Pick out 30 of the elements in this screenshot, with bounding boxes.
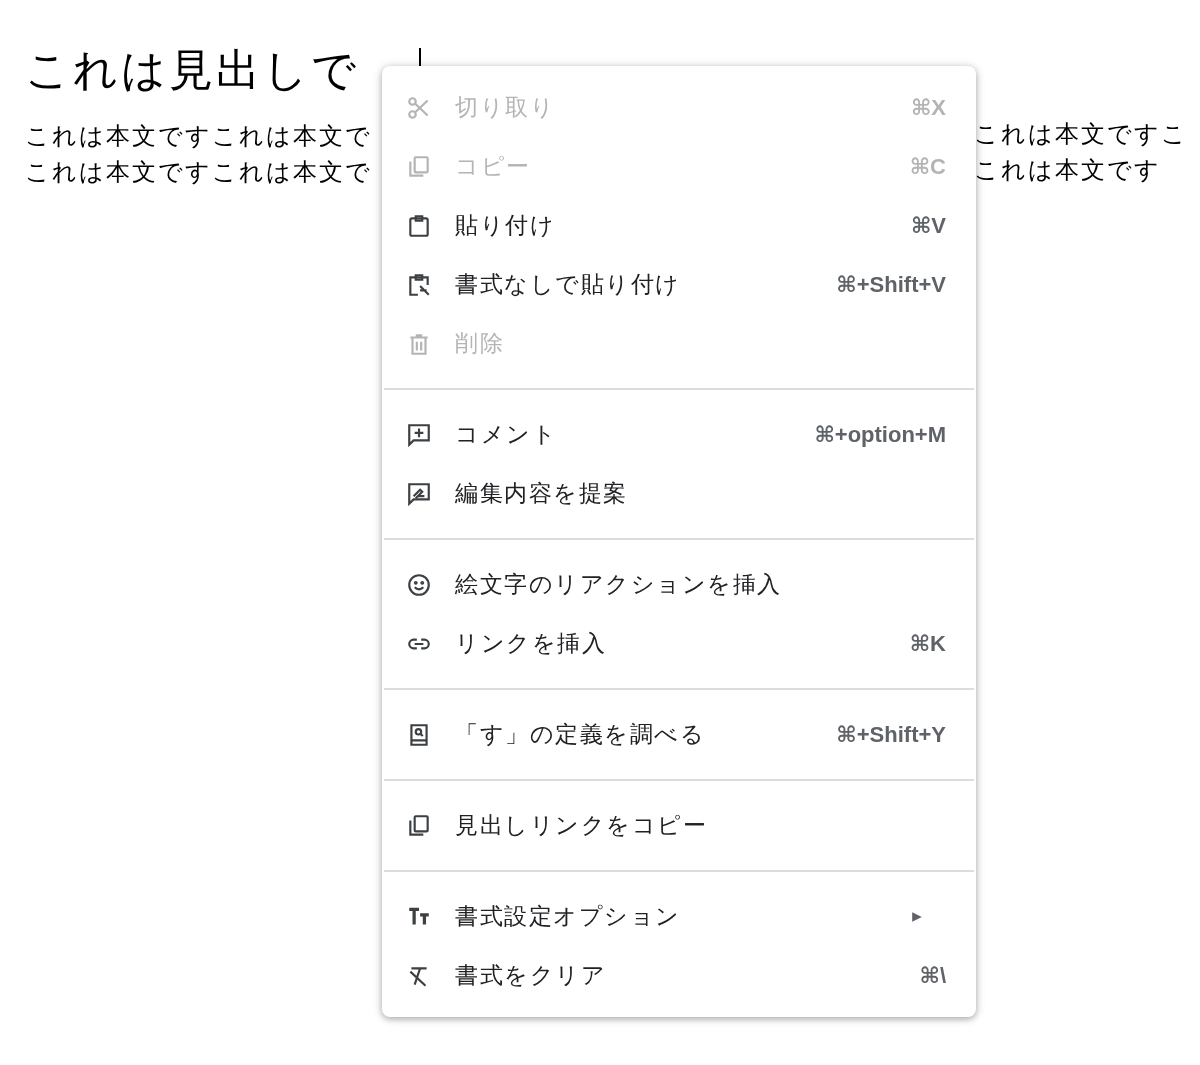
shortcut-text: ⌘+Shift+V: [836, 271, 946, 298]
menu-item[interactable]: 「す」の定義を調べる ⌘+Shift+Y: [382, 705, 976, 764]
shortcut-text: ⌘+Shift+Y: [836, 721, 946, 748]
menu-item[interactable]: 編集内容を提案: [382, 464, 976, 523]
menu-item[interactable]: リンクを挿入 ⌘K: [382, 614, 976, 673]
clipboard-icon: [406, 212, 432, 239]
shortcut-text: ⌘+option+M: [814, 421, 946, 448]
smiley-icon: [406, 571, 432, 598]
comment-pencil-icon: [406, 480, 432, 507]
shortcut-text: ⌘\: [919, 962, 946, 989]
body-text: これは本文ですこれは本文で: [25, 121, 372, 151]
shortcut-text: ⌘X: [910, 94, 946, 121]
shortcut-text: ⌘C: [909, 153, 946, 180]
menu-item[interactable]: 書式をクリア ⌘\: [382, 946, 976, 1005]
shortcut-text: ⌘V: [910, 212, 946, 239]
comment-plus-icon: [406, 421, 432, 448]
body-text: これは本文ですこれは本文で: [25, 157, 372, 187]
menu-item[interactable]: 書式なしで貼り付け ⌘+Shift+V: [382, 255, 976, 314]
menu-item[interactable]: 書式設定オプション: [382, 887, 976, 946]
copy-icon: [406, 812, 432, 839]
menu-item[interactable]: コメント ⌘+option+M: [382, 405, 976, 464]
menu-item[interactable]: 見出しリンクをコピー: [382, 796, 976, 855]
body-text: これは本文です: [974, 155, 1161, 185]
copy-icon: [406, 153, 432, 180]
menu-item[interactable]: 絵文字のリアクションを挿入: [382, 555, 976, 614]
menu-item[interactable]: 貼り付け ⌘V: [382, 196, 976, 255]
shortcut-text: ⌘K: [909, 630, 946, 657]
document-heading: これは見出しで: [25, 44, 359, 96]
clipboard-cross-icon: [406, 271, 432, 298]
body-text: これは本文ですこ: [974, 119, 1188, 149]
